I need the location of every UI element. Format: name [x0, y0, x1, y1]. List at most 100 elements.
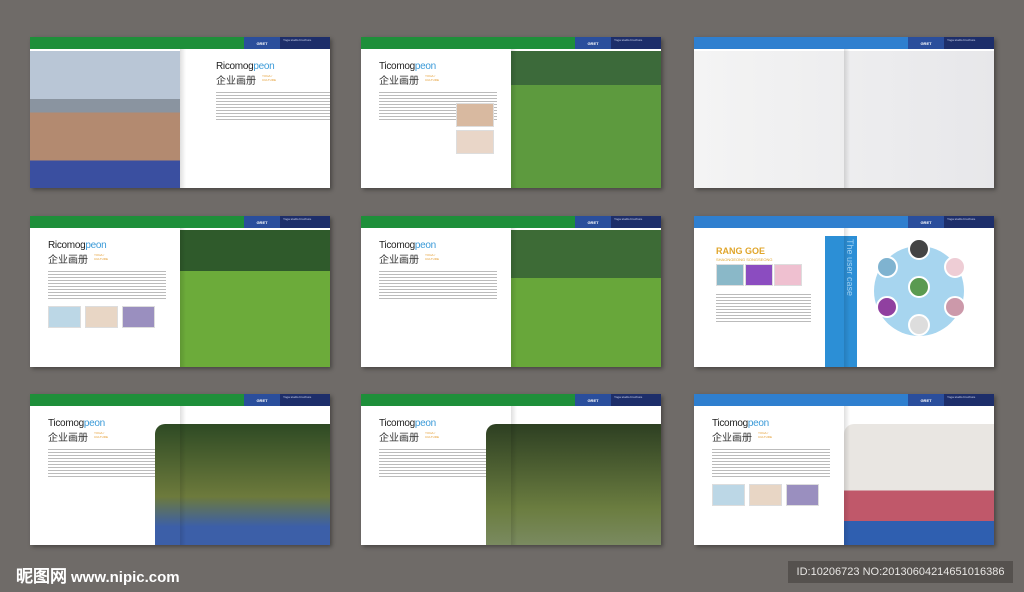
header-bar: GRET Yoga studio brochure: [30, 37, 330, 49]
brochure-title-cn: 企业画册: [48, 433, 88, 444]
brochure-spread: GRET Yoga studio brochure Ticomogpeon 企业画册 Y…: [361, 37, 661, 188]
page-fold: [180, 228, 186, 367]
user-photo: [908, 276, 930, 298]
brochure-subtitle: YOGA / CULTURE: [425, 431, 439, 439]
title-part-b: peon: [83, 418, 105, 429]
yoga-photo: [30, 51, 180, 188]
brochure-title: Ticomogpeon: [712, 418, 769, 429]
header-accent: [30, 394, 244, 406]
title-part-b: peon: [747, 418, 769, 429]
user-photo: [944, 296, 966, 318]
brochure-spread: GRET Yoga studio brochure Ticomogpeon 企业画册 Y…: [30, 394, 330, 545]
brochure-subtitle: YOGA / CULTURE: [94, 431, 108, 439]
header-label: GRET: [244, 216, 280, 228]
page-fold: [844, 49, 850, 188]
title-part-a: Ticomog: [379, 418, 415, 429]
brochure-spread: GRET Yoga studio brochure RANG GOE SHAONGEO…: [694, 216, 994, 367]
watermark-url: www.nipic.com: [71, 569, 180, 586]
page-fold: [844, 228, 850, 367]
title-part-a: Ticomog: [379, 61, 415, 72]
header-bar: GRET Yoga studio brochure: [361, 394, 661, 406]
header-accent: [30, 216, 244, 228]
brochure-subtitle: YOGA / CULTURE: [758, 431, 772, 439]
page-fold: [180, 406, 186, 545]
thumb-photo: [456, 130, 494, 154]
header-accent: [361, 37, 575, 49]
title-part-b: peon: [414, 240, 436, 251]
header-label: GRET: [244, 37, 280, 49]
header-small-text: Yoga studio brochure: [944, 394, 994, 406]
brochure-title-cn: 企业画册: [712, 433, 752, 444]
header-label: GRET: [908, 394, 944, 406]
title-part-a: Ticomog: [48, 418, 84, 429]
header-small-text: Yoga studio brochure: [280, 216, 330, 228]
body-text: [216, 92, 330, 122]
watermark-logo: 昵图网: [16, 567, 67, 586]
user-case-banner: The user case: [825, 236, 857, 367]
yoga-photo: [511, 51, 661, 188]
header-bar: GRET Yoga studio brochure: [361, 37, 661, 49]
body-text: [712, 449, 830, 479]
body-text: [716, 294, 811, 324]
thumb-photo: [716, 264, 744, 286]
header-small-text: Yoga studio brochure: [944, 37, 994, 49]
image-id-badge: ID:10206723 NO:20130604214651016386: [788, 561, 1013, 583]
header-accent: [361, 216, 575, 228]
header-small-text: Yoga studio brochure: [611, 216, 661, 228]
brochure-title: Ticomogpeon: [379, 418, 436, 429]
header-bar: GRET Yoga studio brochure: [694, 394, 994, 406]
yoga-photo: [511, 230, 661, 367]
title-part-a: Ticomog: [379, 240, 415, 251]
header-label: GRET: [575, 216, 611, 228]
page-fold: [844, 406, 850, 545]
user-photo: [908, 238, 930, 260]
user-photo: [944, 256, 966, 278]
brochure-title: Ticomogpeon: [379, 240, 436, 251]
brochure-title-cn: 企业画册: [216, 76, 256, 87]
brochure-title-cn: 企业画册: [379, 433, 419, 444]
user-photo: [908, 314, 930, 336]
header-accent: [694, 394, 908, 406]
page-fold: [511, 228, 517, 367]
brochure-subtitle: YOGA / CULTURE: [262, 74, 276, 82]
header-small-text: Yoga studio brochure: [611, 37, 661, 49]
rang-title: RANG GOE: [716, 246, 766, 256]
brochure-spread: GRET Yoga studio brochure Ricomogpeon 企业画册 Y…: [30, 216, 330, 367]
thumb-photo: [712, 484, 745, 506]
body-text: [379, 449, 497, 479]
brochure-title-cn: 企业画册: [379, 76, 419, 87]
header-label: GRET: [908, 216, 944, 228]
brochure-title: Ticomogpeon: [48, 418, 105, 429]
title-part-b: peon: [253, 61, 275, 72]
brochure-subtitle: YOGA / CULTURE: [94, 253, 108, 261]
body-text: [48, 449, 166, 479]
brochure-title: Ricomogpeon: [48, 240, 107, 251]
header-accent: [694, 37, 908, 49]
header-label: GRET: [575, 394, 611, 406]
watermark: 昵图网 www.nipic.com: [16, 562, 180, 587]
brochure-title: Ricomogpeon: [216, 61, 275, 72]
header-label: GRET: [244, 394, 280, 406]
brochure-spread: GRET Yoga studio brochure Ticomogpeon 企业画册 Y…: [694, 394, 994, 545]
header-small-text: Yoga studio brochure: [280, 394, 330, 406]
header-label: GRET: [908, 37, 944, 49]
header-bar: GRET Yoga studio brochure: [694, 37, 994, 49]
title-part-a: Ricomog: [48, 240, 86, 251]
yoga-photo: [180, 230, 330, 367]
brochure-subtitle: YOGA / CULTURE: [425, 74, 439, 82]
header-accent: [30, 37, 244, 49]
header-bar: GRET Yoga studio brochure: [30, 394, 330, 406]
header-small-text: Yoga studio brochure: [944, 216, 994, 228]
brochure-title-cn: 企业画册: [48, 255, 88, 266]
title-part-b: peon: [414, 418, 436, 429]
title-part-b: peon: [85, 240, 107, 251]
header-accent: [361, 394, 575, 406]
yoga-photo: [844, 424, 994, 545]
thumb-photo: [745, 264, 773, 286]
title-part-a: Ticomog: [712, 418, 748, 429]
brochure-spread: GRET Yoga studio brochure Ticomogpeon 企业画册 Y…: [361, 394, 661, 545]
title-part-a: Ricomog: [216, 61, 254, 72]
brochure-subtitle: YOGA / CULTURE: [425, 253, 439, 261]
page-fold: [511, 49, 517, 188]
user-photo: [876, 256, 898, 278]
